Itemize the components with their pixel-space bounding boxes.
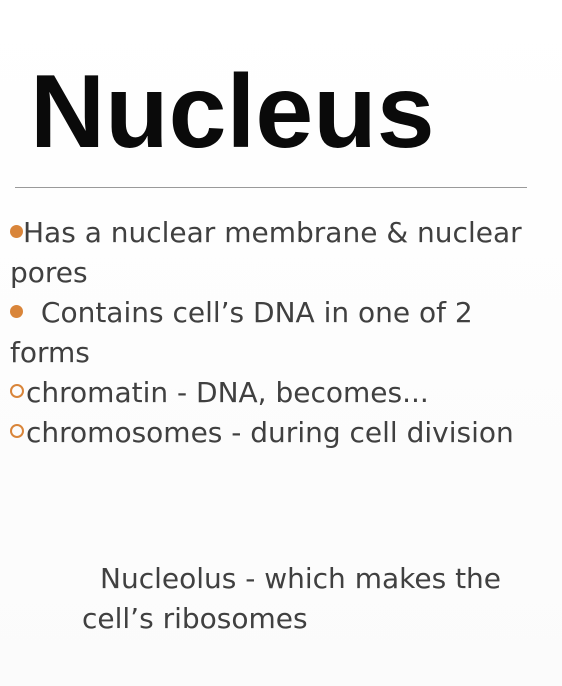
sub-bullet-item: chromatin - DNA, becomes...: [10, 373, 530, 413]
bullet-text: Contains cell’s DNA in one of 2 forms: [10, 296, 473, 369]
hollow-circle-bullet-icon: [10, 384, 24, 398]
sub-bullet-item: chromosomes - during cell division: [10, 413, 530, 453]
bullet-text: chromosomes - during cell division: [26, 416, 514, 449]
nucleolus-note: Nucleolus - which makes the cell’s ribos…: [82, 562, 502, 635]
hollow-circle-bullet-icon: [10, 424, 24, 438]
filled-dot-bullet-icon: [10, 224, 23, 238]
filled-dot-bullet-icon: [10, 304, 23, 318]
bullet-item: Has a nuclear membrane & nuclear pores: [10, 213, 530, 293]
slide: Nucleus Has a nuclear membrane & nuclear…: [0, 0, 562, 686]
bullet-list: Has a nuclear membrane & nuclear pores C…: [10, 213, 530, 453]
title-divider: [15, 187, 527, 188]
bullet-text: Has a nuclear membrane & nuclear pores: [10, 216, 522, 289]
bullet-text: chromatin - DNA, becomes...: [26, 376, 429, 409]
bullet-item: Contains cell’s DNA in one of 2 forms: [10, 293, 530, 373]
slide-title: Nucleus: [30, 54, 435, 170]
